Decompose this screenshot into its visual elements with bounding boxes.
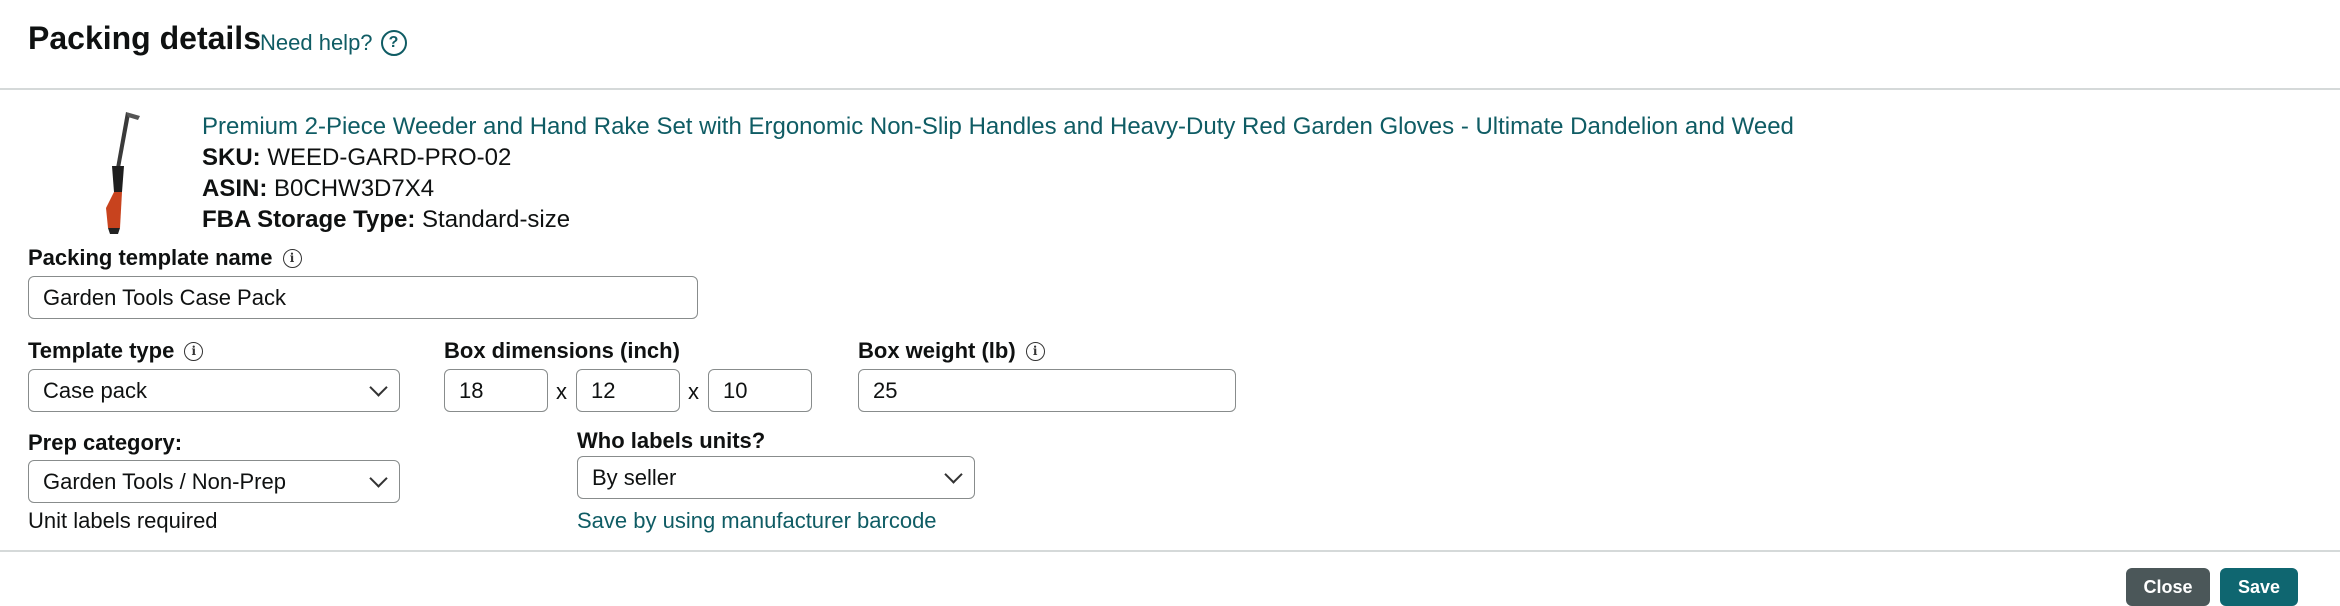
sku-label: SKU: [202, 144, 261, 171]
template-type-select[interactable]: Case pack [28, 369, 400, 412]
question-circle-icon[interactable]: ? [380, 30, 407, 56]
box-weight-label: Box weight (lb) [858, 338, 1016, 363]
sku-value: WEED-GARD-PRO-02 [267, 144, 512, 171]
box-height-input[interactable]: 10 [708, 369, 812, 412]
box-weight-label-row: Box weight (lb) i [858, 338, 1045, 364]
chevron-down-icon [944, 465, 963, 484]
storage-type-row: FBA Storage Type: Standard-size [202, 206, 570, 234]
product-image [106, 112, 140, 234]
prep-category-label-row: Prep category: [28, 430, 182, 456]
template-type-label-row: Template type i [28, 338, 204, 364]
need-help-link[interactable]: Need help? ? [260, 30, 407, 56]
info-icon[interactable]: i [184, 341, 204, 361]
close-button[interactable]: Close [2126, 568, 2210, 606]
template-type-label: Template type [28, 338, 175, 363]
prep-category-select[interactable]: Garden Tools / Non-Prep [28, 460, 400, 503]
manufacturer-barcode-link[interactable]: Save by using manufacturer barcode [577, 508, 937, 534]
storage-type-value: Standard-size [422, 206, 571, 233]
asin-row: ASIN: B0CHW3D7X4 [202, 175, 434, 203]
sku-row: SKU: WEED-GARD-PRO-02 [202, 144, 511, 172]
who-labels-label-row: Who labels units? [577, 428, 765, 454]
template-name-input[interactable]: Garden Tools Case Pack [28, 276, 698, 319]
asin-label: ASIN: [202, 175, 268, 202]
weeder-tool-icon [106, 112, 140, 234]
dimension-separator: x [688, 379, 699, 404]
dimension-separator: x [556, 379, 567, 404]
need-help-label: Need help? [260, 30, 373, 55]
info-icon[interactable]: i [1025, 341, 1045, 361]
who-labels-value: By seller [592, 464, 677, 490]
box-weight-input[interactable]: 25 [858, 369, 1236, 412]
prep-category-value: Garden Tools / Non-Prep [43, 468, 286, 494]
template-name-label: Packing template name [28, 245, 273, 270]
box-length-input[interactable]: 18 [444, 369, 548, 412]
asin-value: B0CHW3D7X4 [274, 175, 435, 202]
template-type-value: Case pack [43, 377, 147, 403]
chevron-down-icon [369, 469, 388, 488]
chevron-down-icon [369, 378, 388, 397]
template-name-label-row: Packing template name i [28, 245, 302, 271]
product-title-link[interactable]: Premium 2-Piece Weeder and Hand Rake Set… [202, 113, 1794, 141]
info-icon[interactable]: i [282, 248, 302, 268]
save-button[interactable]: Save [2220, 568, 2298, 606]
box-dimensions-label-row: Box dimensions (inch) [444, 338, 680, 364]
footer-divider [0, 550, 2340, 552]
box-width-input[interactable]: 12 [576, 369, 680, 412]
modal-header: Packing details Need help? ? [0, 0, 2340, 90]
prep-category-label: Prep category: [28, 430, 183, 455]
who-labels-select[interactable]: By seller [577, 456, 975, 499]
box-dimensions-label: Box dimensions (inch) [444, 338, 680, 363]
who-labels-label: Who labels units? [577, 428, 766, 453]
unit-labels-note: Unit labels required [28, 508, 218, 533]
storage-type-label: FBA Storage Type: [202, 206, 416, 233]
page-title: Packing details [28, 20, 261, 56]
